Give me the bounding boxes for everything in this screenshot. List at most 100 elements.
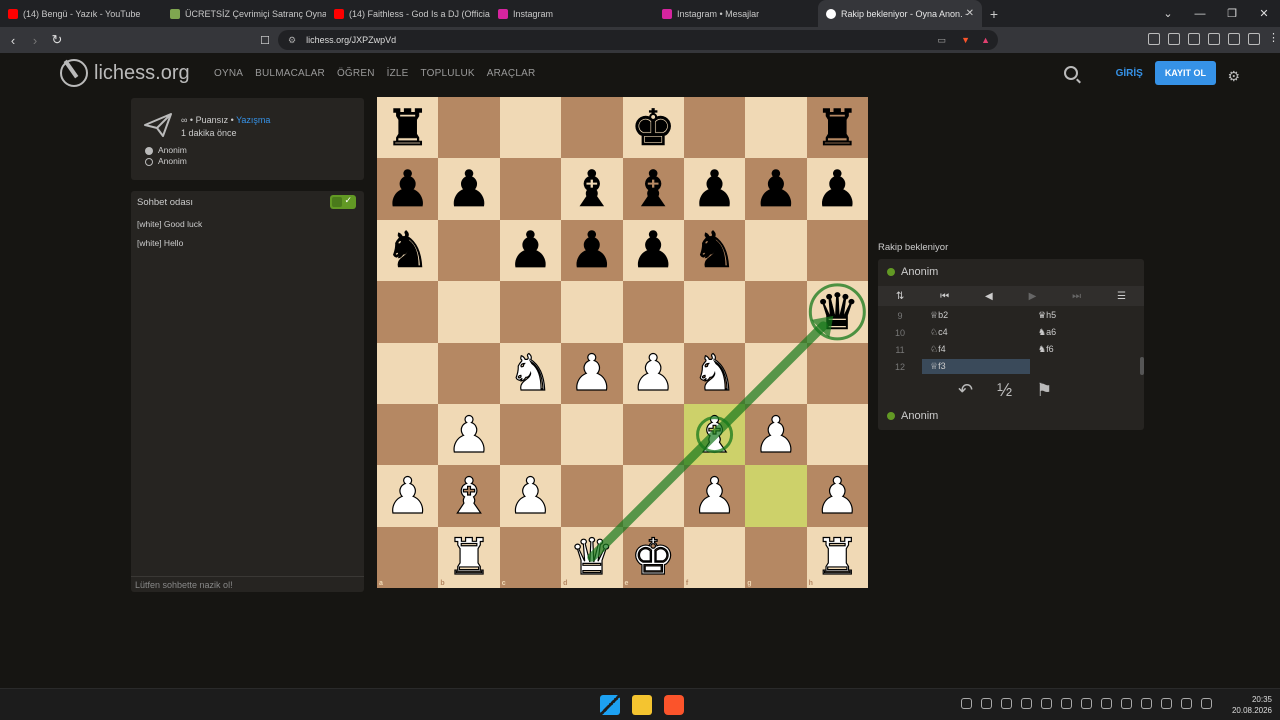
square-b1[interactable]: ♜ (438, 526, 500, 588)
square-f6[interactable]: ♞ (683, 219, 746, 282)
brave-rewards-icon[interactable]: ▲ (981, 35, 990, 45)
square-f8[interactable] (683, 97, 746, 159)
square-a4[interactable] (377, 342, 439, 404)
square-d1[interactable]: ♛ (561, 526, 623, 588)
white-pawn-piece[interactable]: ♟ (446, 409, 492, 460)
bookmark-icon[interactable]: ☐ (254, 34, 276, 47)
square-e6[interactable]: ♟ (622, 219, 684, 282)
login-link[interactable]: GİRİŞ (1116, 68, 1143, 79)
player-white[interactable]: Anonim (145, 145, 187, 156)
square-e3[interactable] (622, 403, 684, 466)
white-pawn-piece[interactable]: ♟ (753, 409, 799, 460)
reload-icon[interactable]: ↻ (46, 32, 68, 48)
tray-app-icon[interactable] (1121, 698, 1132, 709)
white-pawn-piece[interactable]: ♟ (507, 470, 553, 521)
square-d3[interactable] (561, 403, 623, 466)
black-pawn-piece[interactable]: ♟ (385, 164, 430, 215)
square-f2[interactable]: ♟ (683, 465, 746, 527)
signup-button[interactable]: KAYIT OL (1154, 61, 1216, 85)
square-c6[interactable]: ♟ (499, 219, 562, 282)
square-d4[interactable]: ♟ (561, 342, 623, 404)
nav-learn[interactable]: ÖĞREN (337, 68, 375, 79)
white-pawn-piece[interactable]: ♟ (630, 348, 676, 399)
square-d6[interactable]: ♟ (561, 219, 623, 282)
battery-icon[interactable] (1201, 698, 1212, 709)
wallet-icon[interactable] (1208, 33, 1220, 45)
square-b5[interactable] (438, 281, 500, 343)
next-move-icon[interactable]: ▶ (1029, 291, 1037, 302)
nav-tools[interactable]: ARAÇLAR (487, 68, 536, 79)
microphone-icon[interactable] (1141, 698, 1152, 709)
windows-start-icon[interactable] (600, 695, 620, 715)
nvidia-icon[interactable] (981, 698, 992, 709)
white-knight-piece[interactable]: ♞ (507, 348, 553, 399)
square-h8[interactable]: ♜ (806, 97, 868, 159)
move-white[interactable]: ♘c4 (922, 327, 1030, 338)
extensions-icon[interactable] (1148, 33, 1160, 45)
resign-flag-icon[interactable]: ⚑ (1036, 380, 1052, 401)
square-a7[interactable]: ♟ (377, 158, 439, 220)
file-explorer-icon[interactable] (632, 695, 652, 715)
bottom-player[interactable]: Anonim (887, 410, 938, 422)
square-e2[interactable] (622, 465, 684, 527)
move-white[interactable]: ♘f4 (922, 344, 1030, 355)
black-bishop-piece[interactable]: ♝ (569, 164, 614, 215)
site-logo[interactable]: lichess.org (60, 59, 190, 87)
game-mode-link[interactable]: Yazışma (236, 115, 270, 125)
move-white[interactable]: ♕b2 (922, 310, 1030, 321)
square-b7[interactable]: ♟ (438, 158, 500, 220)
nav-puzzles[interactable]: BULMACALAR (255, 68, 325, 79)
square-c1[interactable] (499, 526, 562, 588)
square-f5[interactable] (683, 281, 746, 343)
square-g8[interactable] (745, 97, 807, 159)
nav-community[interactable]: TOPLULUK (421, 68, 475, 79)
chat-input[interactable]: Lütfen sohbette nazik ol! (131, 576, 364, 592)
white-rook-piece[interactable]: ♜ (814, 532, 860, 583)
square-c7[interactable] (499, 158, 562, 220)
white-rook-piece[interactable]: ♜ (446, 532, 492, 583)
square-g2[interactable] (745, 465, 807, 527)
white-pawn-piece[interactable]: ♟ (814, 470, 860, 521)
white-bishop-piece[interactable]: ♝ (446, 470, 492, 521)
square-h7[interactable]: ♟ (806, 158, 868, 220)
browser-tab-instagram-messages[interactable]: Instagram • Mesajlar (654, 0, 818, 27)
prev-move-icon[interactable]: ◀ (985, 291, 993, 302)
browser-tab-instagram[interactable]: Instagram (490, 0, 654, 27)
music-icon[interactable] (1168, 33, 1180, 45)
square-h6[interactable] (806, 219, 868, 282)
clock[interactable]: 20:35 20.08.2026 (1232, 694, 1272, 716)
top-player[interactable]: Anonim (887, 266, 938, 278)
black-knight-piece[interactable]: ♞ (385, 225, 430, 276)
white-pawn-piece[interactable]: ♟ (692, 470, 738, 521)
restore-icon[interactable]: ❐ (1216, 7, 1248, 20)
square-a2[interactable]: ♟ (377, 465, 439, 527)
ai-icon[interactable] (1228, 33, 1240, 45)
move-black[interactable]: ♞a6 (1030, 327, 1138, 338)
address-bar[interactable]: ⚙ lichess.org/JXPZwpVd ▭ ▼ ▲ (278, 30, 998, 50)
player-black[interactable]: Anonim (145, 156, 187, 167)
browser-tab-youtube-2[interactable]: (14) Faithless - God Is a DJ (Official V (326, 0, 490, 27)
chat-toggle[interactable] (330, 195, 356, 209)
gear-icon[interactable]: ⚙ (1227, 68, 1240, 85)
square-c4[interactable]: ♞ (499, 342, 562, 404)
square-b3[interactable]: ♟ (438, 403, 500, 466)
tray-app-icon[interactable] (1061, 698, 1072, 709)
square-b4[interactable] (438, 342, 500, 404)
square-g7[interactable]: ♟ (745, 158, 807, 220)
square-h2[interactable]: ♟ (806, 465, 868, 527)
chess-board[interactable]: ♜ ♚ ♜ ♟ ♟ ♝ ♝ ♟ ♟ ♟ ♞ ♟ ♟ ♟ ♞ ♛ ♞ ♟ ♟ ♞ ♟ ♝ ♟ ♟ ♝ ♟ ♟ ♟ ♜ ♛ ♚ ♜ 8 7 6 5 4 3 2 1… (377, 97, 868, 588)
move-black[interactable]: ♞f6 (1030, 344, 1138, 355)
black-knight-piece[interactable]: ♞ (692, 225, 737, 276)
square-h3[interactable] (806, 403, 868, 466)
tray-app-icon[interactable] (1041, 698, 1052, 709)
square-g5[interactable] (745, 281, 807, 343)
menu-icon[interactable]: ☰ (1117, 291, 1126, 302)
last-move-icon[interactable]: ⏭ (1072, 291, 1081, 302)
square-e4[interactable]: ♟ (622, 342, 684, 404)
brave-browser-icon[interactable] (664, 695, 684, 715)
square-c8[interactable] (499, 97, 562, 159)
square-b2[interactable]: ♝ (438, 465, 500, 527)
black-pawn-piece[interactable]: ♟ (446, 164, 491, 215)
white-bishop-piece[interactable]: ♝ (692, 409, 738, 460)
black-pawn-piece[interactable]: ♟ (815, 164, 860, 215)
